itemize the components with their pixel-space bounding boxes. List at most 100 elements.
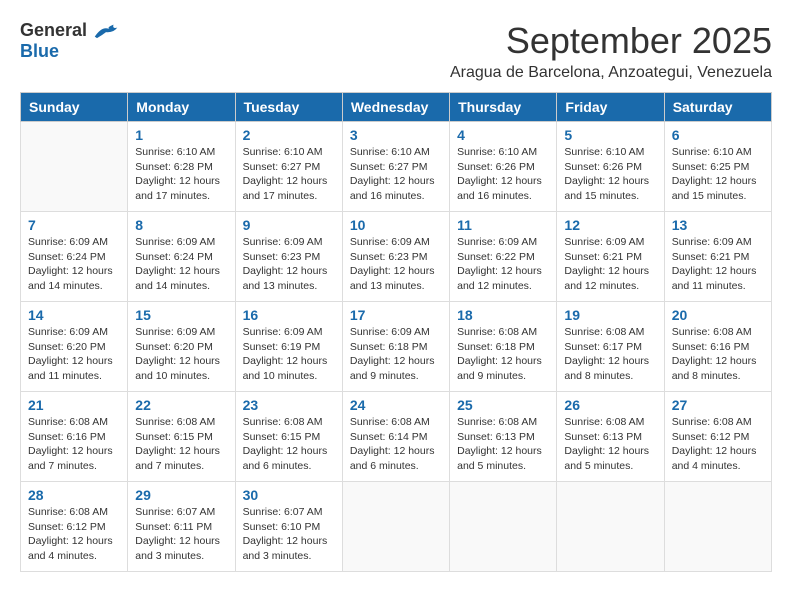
calendar-cell: 1Sunrise: 6:10 AMSunset: 6:28 PMDaylight… [128, 122, 235, 212]
day-number: 25 [457, 397, 549, 413]
day-number: 10 [350, 217, 442, 233]
calendar-cell: 6 Sunrise: 6:10 AMSunset: 6:25 PMDaylight… [664, 122, 771, 212]
calendar-cell [21, 122, 128, 212]
day-number: 3 [350, 127, 442, 143]
calendar-cell [557, 482, 664, 572]
day-number: 9 [243, 217, 335, 233]
calendar-cell [342, 482, 449, 572]
day-number: 19 [564, 307, 656, 323]
calendar-cell: 26 Sunrise: 6:08 AMSunset: 6:13 PMDayligh… [557, 392, 664, 482]
day-number: 27 [672, 397, 764, 413]
logo-blue-text: Blue [20, 41, 59, 62]
calendar-header-sunday: Sunday [21, 93, 128, 122]
calendar-cell [450, 482, 557, 572]
day-info: Sunrise: 6:08 AMSunset: 6:13 PMDaylight:… [564, 415, 656, 474]
calendar-cell: 10Sunrise: 6:09 AMSunset: 6:23 PMDayligh… [342, 212, 449, 302]
calendar-week-row-2: 7Sunrise: 6:09 AMSunset: 6:24 PMDaylight… [21, 212, 772, 302]
day-number: 5 [564, 127, 656, 143]
day-number: 30 [243, 487, 335, 503]
calendar-cell: 12 Sunrise: 6:09 AMSunset: 6:21 PMDayligh… [557, 212, 664, 302]
calendar-header-friday: Friday [557, 93, 664, 122]
day-info: Sunrise: 6:08 AMSunset: 6:17 PMDaylight:… [564, 325, 656, 384]
calendar-header-wednesday: Wednesday [342, 93, 449, 122]
logo-bird-icon [91, 21, 121, 41]
day-info: Sunrise: 6:08 AMSunset: 6:14 PMDaylight:… [350, 415, 442, 474]
calendar-week-row-5: 28 Sunrise: 6:08 AMSunset: 6:12 PMDayligh… [21, 482, 772, 572]
day-number: 16 [243, 307, 335, 323]
day-number: 4 [457, 127, 549, 143]
calendar-cell: 4 Sunrise: 6:10 AMSunset: 6:26 PMDaylight… [450, 122, 557, 212]
day-number: 11 [457, 217, 549, 233]
calendar-cell: 7Sunrise: 6:09 AMSunset: 6:24 PMDaylight… [21, 212, 128, 302]
day-info: Sunrise: 6:10 AMSunset: 6:27 PMDaylight:… [350, 145, 442, 204]
day-number: 22 [135, 397, 227, 413]
calendar-cell: 21 Sunrise: 6:08 AMSunset: 6:16 PMDayligh… [21, 392, 128, 482]
day-number: 28 [28, 487, 120, 503]
day-info: Sunrise: 6:07 AMSunset: 6:10 PMDaylight:… [243, 505, 335, 564]
day-number: 18 [457, 307, 549, 323]
calendar-cell: 20Sunrise: 6:08 AMSunset: 6:16 PMDayligh… [664, 302, 771, 392]
calendar-cell: 5 Sunrise: 6:10 AMSunset: 6:26 PMDaylight… [557, 122, 664, 212]
day-info: Sunrise: 6:09 AMSunset: 6:24 PMDaylight:… [28, 235, 120, 294]
day-info: Sunrise: 6:08 AMSunset: 6:16 PMDaylight:… [672, 325, 764, 384]
calendar-cell: 29 Sunrise: 6:07 AMSunset: 6:11 PMDayligh… [128, 482, 235, 572]
calendar-cell: 25Sunrise: 6:08 AMSunset: 6:13 PMDayligh… [450, 392, 557, 482]
calendar-cell [664, 482, 771, 572]
calendar-header-tuesday: Tuesday [235, 93, 342, 122]
calendar-cell: 15Sunrise: 6:09 AMSunset: 6:20 PMDayligh… [128, 302, 235, 392]
day-number: 13 [672, 217, 764, 233]
logo-general-text: General [20, 20, 87, 41]
day-info: Sunrise: 6:09 AMSunset: 6:20 PMDaylight:… [28, 325, 120, 384]
calendar-cell: 28 Sunrise: 6:08 AMSunset: 6:12 PMDayligh… [21, 482, 128, 572]
calendar-week-row-1: 1Sunrise: 6:10 AMSunset: 6:28 PMDaylight… [21, 122, 772, 212]
calendar-cell: 14 Sunrise: 6:09 AMSunset: 6:20 PMDayligh… [21, 302, 128, 392]
day-number: 6 [672, 127, 764, 143]
day-info: Sunrise: 6:09 AMSunset: 6:18 PMDaylight:… [350, 325, 442, 384]
calendar-cell: 16 Sunrise: 6:09 AMSunset: 6:19 PMDayligh… [235, 302, 342, 392]
calendar-cell: 22 Sunrise: 6:08 AMSunset: 6:15 PMDayligh… [128, 392, 235, 482]
calendar-week-row-4: 21 Sunrise: 6:08 AMSunset: 6:16 PMDayligh… [21, 392, 772, 482]
day-info: Sunrise: 6:09 AMSunset: 6:24 PMDaylight:… [135, 235, 227, 294]
day-info: Sunrise: 6:09 AMSunset: 6:19 PMDaylight:… [243, 325, 335, 384]
day-info: Sunrise: 6:08 AMSunset: 6:12 PMDaylight:… [28, 505, 120, 564]
logo: General Blue [20, 20, 121, 62]
day-info: Sunrise: 6:08 AMSunset: 6:18 PMDaylight:… [457, 325, 549, 384]
day-info: Sunrise: 6:07 AMSunset: 6:11 PMDaylight:… [135, 505, 227, 564]
calendar-cell: 23Sunrise: 6:08 AMSunset: 6:15 PMDayligh… [235, 392, 342, 482]
calendar-table: SundayMondayTuesdayWednesdayThursdayFrid… [20, 92, 772, 572]
calendar-cell: 8Sunrise: 6:09 AMSunset: 6:24 PMDaylight… [128, 212, 235, 302]
day-number: 2 [243, 127, 335, 143]
day-info: Sunrise: 6:08 AMSunset: 6:16 PMDaylight:… [28, 415, 120, 474]
day-number: 12 [564, 217, 656, 233]
day-number: 29 [135, 487, 227, 503]
day-info: Sunrise: 6:10 AMSunset: 6:26 PMDaylight:… [564, 145, 656, 204]
day-number: 26 [564, 397, 656, 413]
day-number: 24 [350, 397, 442, 413]
calendar-header-thursday: Thursday [450, 93, 557, 122]
calendar-header-row: SundayMondayTuesdayWednesdayThursdayFrid… [21, 93, 772, 122]
calendar-cell: 2 Sunrise: 6:10 AMSunset: 6:27 PMDaylight… [235, 122, 342, 212]
title-section: September 2025 Aragua de Barcelona, Anzo… [121, 20, 772, 82]
calendar-cell: 13 Sunrise: 6:09 AMSunset: 6:21 PMDayligh… [664, 212, 771, 302]
calendar-cell: 18 Sunrise: 6:08 AMSunset: 6:18 PMDayligh… [450, 302, 557, 392]
calendar-cell: 3 Sunrise: 6:10 AMSunset: 6:27 PMDaylight… [342, 122, 449, 212]
calendar-cell: 30 Sunrise: 6:07 AMSunset: 6:10 PMDayligh… [235, 482, 342, 572]
calendar-week-row-3: 14 Sunrise: 6:09 AMSunset: 6:20 PMDayligh… [21, 302, 772, 392]
day-info: Sunrise: 6:09 AMSunset: 6:20 PMDaylight:… [135, 325, 227, 384]
day-info: Sunrise: 6:09 AMSunset: 6:21 PMDaylight:… [672, 235, 764, 294]
day-info: Sunrise: 6:09 AMSunset: 6:22 PMDaylight:… [457, 235, 549, 294]
calendar-cell: 17Sunrise: 6:09 AMSunset: 6:18 PMDayligh… [342, 302, 449, 392]
day-info: Sunrise: 6:10 AMSunset: 6:28 PMDaylight:… [135, 145, 227, 204]
calendar-cell: 9Sunrise: 6:09 AMSunset: 6:23 PMDaylight… [235, 212, 342, 302]
day-info: Sunrise: 6:08 AMSunset: 6:12 PMDaylight:… [672, 415, 764, 474]
month-title: September 2025 [121, 20, 772, 62]
calendar-cell: 24 Sunrise: 6:08 AMSunset: 6:14 PMDayligh… [342, 392, 449, 482]
location-subtitle: Aragua de Barcelona, Anzoategui, Venezue… [121, 64, 772, 82]
day-number: 14 [28, 307, 120, 323]
day-info: Sunrise: 6:10 AMSunset: 6:27 PMDaylight:… [243, 145, 335, 204]
day-info: Sunrise: 6:08 AMSunset: 6:15 PMDaylight:… [135, 415, 227, 474]
day-info: Sunrise: 6:10 AMSunset: 6:25 PMDaylight:… [672, 145, 764, 204]
day-info: Sunrise: 6:09 AMSunset: 6:21 PMDaylight:… [564, 235, 656, 294]
day-info: Sunrise: 6:10 AMSunset: 6:26 PMDaylight:… [457, 145, 549, 204]
day-number: 21 [28, 397, 120, 413]
